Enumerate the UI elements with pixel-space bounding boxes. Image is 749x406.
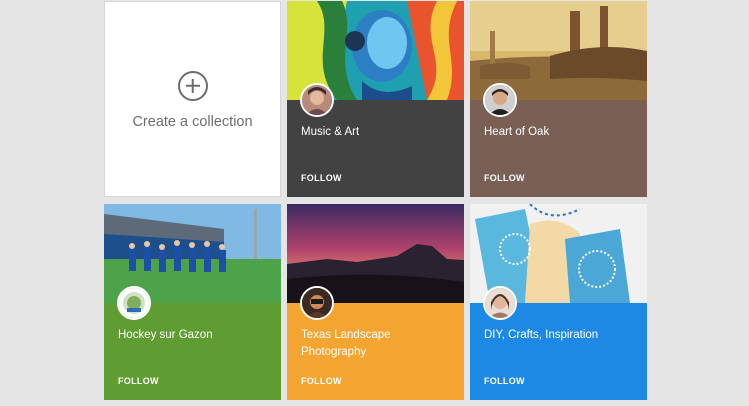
collection-title: Music & Art xyxy=(301,126,360,138)
follow-button[interactable]: FOLLOW xyxy=(301,376,342,386)
collection-card-texas-landscape-photography[interactable]: Texas Landscape Photography FOLLOW xyxy=(287,204,464,400)
owner-avatar xyxy=(117,286,151,320)
owner-avatar xyxy=(483,286,517,320)
follow-button[interactable]: FOLLOW xyxy=(484,376,525,386)
follow-button[interactable]: FOLLOW xyxy=(301,173,342,183)
add-circle-icon xyxy=(177,70,208,101)
follow-button[interactable]: FOLLOW xyxy=(484,173,525,183)
create-collection-label: Create a collection xyxy=(132,113,253,130)
follow-button[interactable]: FOLLOW xyxy=(118,376,159,386)
collection-title: DIY, Crafts, Inspiration xyxy=(484,329,599,341)
collection-title: Heart of Oak xyxy=(484,126,550,138)
owner-avatar xyxy=(483,83,517,117)
collections-grid: Create a collection Music & Art FOLLOW H… xyxy=(0,0,749,406)
owner-avatar xyxy=(300,83,334,117)
owner-avatar xyxy=(300,286,334,320)
collection-card-hockey-sur-gazon[interactable]: Hockey sur Gazon FOLLOW xyxy=(104,204,281,400)
collection-card-music-art[interactable]: Music & Art FOLLOW xyxy=(287,1,464,197)
collection-title: Texas Landscape Photography xyxy=(301,329,391,358)
create-collection-card[interactable]: Create a collection xyxy=(104,1,281,197)
collection-title: Hockey sur Gazon xyxy=(118,329,213,341)
collection-card-heart-of-oak[interactable]: Heart of Oak FOLLOW xyxy=(470,1,647,197)
collection-card-diy-crafts-inspiration[interactable]: DIY, Crafts, Inspiration FOLLOW xyxy=(470,204,647,400)
